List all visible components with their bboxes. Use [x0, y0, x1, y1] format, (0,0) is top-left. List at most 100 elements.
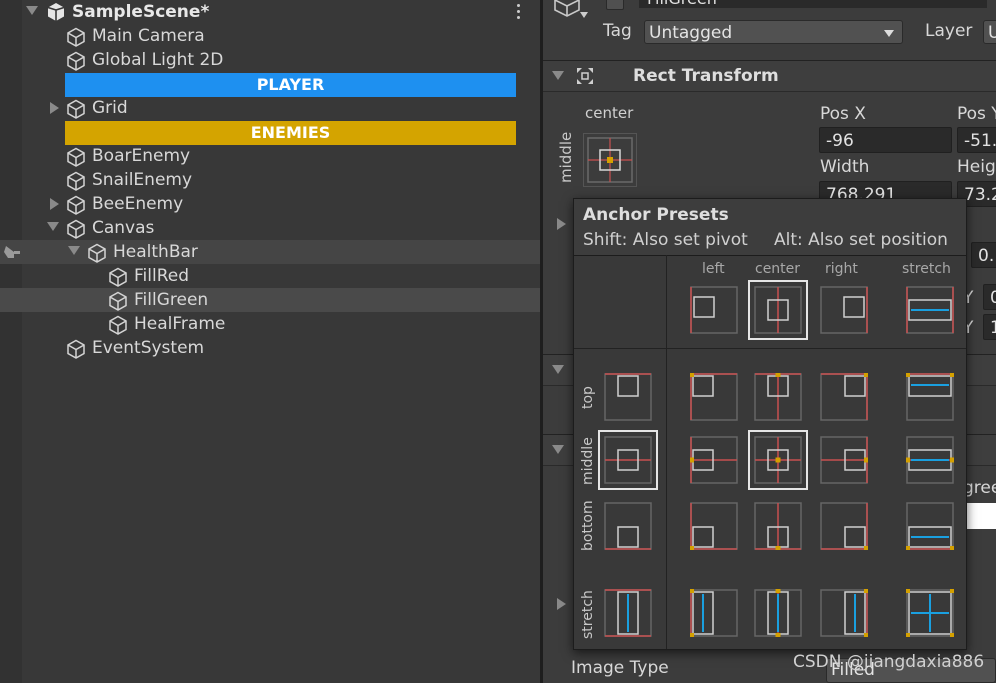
anchor-presets-title: Anchor Presets	[583, 205, 729, 225]
scene-row[interactable]: SampleScene*	[0, 0, 540, 24]
anchor-middle-left-icon	[690, 436, 738, 484]
hierarchy-item-snail-enemy[interactable]: SnailEnemy	[0, 168, 540, 192]
more-options-icon[interactable]	[516, 4, 522, 20]
preset-top-left[interactable]	[690, 373, 738, 421]
expand-arrow-icon[interactable]	[552, 71, 564, 80]
pos-y-label: Pos Y	[957, 104, 996, 124]
layer-dropdown[interactable]: U	[983, 20, 996, 44]
collapsed-arrow-icon[interactable]	[50, 102, 59, 114]
column-label-right: right	[825, 261, 858, 277]
preset-center-none[interactable]	[748, 280, 808, 340]
preset-left-none[interactable]	[690, 286, 738, 334]
collapsed-arrow-icon[interactable]	[557, 598, 566, 610]
gameobject-cube-icon	[67, 147, 85, 167]
tag-layer-row: Tag Untagged Layer U	[543, 20, 996, 46]
expand-arrow-icon[interactable]	[47, 222, 59, 231]
hierarchy-item-canvas[interactable]: Canvas	[0, 216, 540, 240]
anchor-bottom-right-icon	[820, 502, 868, 550]
hierarchy-item-heal-frame[interactable]: HealFrame	[0, 312, 540, 336]
height-label: Heig	[957, 157, 996, 177]
hierarchy-item-player-header[interactable]: PLAYER	[65, 73, 516, 97]
row-label-stretch: stretch	[580, 590, 596, 639]
preset-middle-right[interactable]	[820, 436, 868, 484]
preset-stretch-stretch[interactable]	[906, 589, 954, 637]
gameobject-cube-icon	[88, 243, 106, 263]
object-name-field[interactable]: FillGreen	[639, 0, 987, 8]
color-swatch[interactable]	[967, 503, 996, 529]
hierarchy-item-main-camera[interactable]: Main Camera	[0, 24, 540, 48]
preset-bottom-center[interactable]	[754, 502, 802, 550]
grid-vertical-divider	[666, 255, 667, 649]
pos-x-label: Pos X	[820, 104, 866, 124]
layer-label: Layer	[925, 21, 973, 41]
hierarchy-item-bee-enemy[interactable]: BeeEnemy	[0, 192, 540, 216]
preset-none-bottom[interactable]	[604, 502, 652, 550]
partial-field-1[interactable]: 0.	[971, 242, 996, 268]
column-label-left: left	[702, 261, 725, 277]
hierarchy-item-label: EventSystem	[92, 338, 205, 358]
anchor-stretch-h-icon	[906, 286, 954, 334]
preset-stretch-none[interactable]	[906, 286, 954, 334]
expand-arrow-icon[interactable]	[552, 445, 564, 454]
preset-middle-center[interactable]	[748, 430, 808, 490]
hierarchy-item-grid[interactable]: Grid	[0, 96, 540, 120]
hierarchy-item-fill-green[interactable]: FillGreen	[0, 288, 540, 312]
preset-none-middle[interactable]	[598, 430, 658, 490]
hierarchy-item-boar-enemy[interactable]: BoarEnemy	[0, 144, 540, 168]
preset-middle-left[interactable]	[690, 436, 738, 484]
preset-none-stretch[interactable]	[604, 589, 652, 637]
prefab-hand-icon	[4, 246, 20, 258]
gameobject-cube-icon	[109, 291, 127, 311]
anchor-right-icon	[820, 286, 868, 334]
anchor-v-label: middle	[557, 131, 575, 183]
gameobject-cube-icon	[67, 219, 85, 239]
preset-top-right[interactable]	[820, 373, 868, 421]
preset-bottom-stretch[interactable]	[906, 502, 954, 550]
hierarchy-item-label: Main Camera	[92, 26, 205, 46]
grid-horizontal-divider	[574, 348, 966, 349]
anchor-center-middle-icon	[587, 137, 633, 183]
preset-right-none[interactable]	[820, 286, 868, 334]
preset-middle-stretch[interactable]	[906, 436, 954, 484]
hierarchy-item-healthbar[interactable]: HealthBar	[0, 240, 540, 264]
preset-top-center[interactable]	[754, 373, 802, 421]
icon-dropdown-caret-icon[interactable]	[580, 12, 588, 18]
anchor-top-right-icon	[820, 373, 868, 421]
preset-none-top[interactable]	[604, 373, 652, 421]
anchor-bottom-stretch-icon	[906, 502, 954, 550]
expand-arrow-icon[interactable]	[552, 365, 564, 374]
partial-field-2[interactable]: 0	[983, 284, 996, 310]
hierarchy-item-fill-red[interactable]: FillRed	[0, 264, 540, 288]
expand-arrow-icon[interactable]	[26, 6, 38, 15]
preset-bottom-left[interactable]	[690, 502, 738, 550]
anchor-top-stretch-icon	[906, 373, 954, 421]
expand-arrow-icon[interactable]	[68, 246, 80, 255]
image-type-label: Image Type	[571, 658, 669, 678]
hierarchy-item-event-system[interactable]: EventSystem	[0, 336, 540, 360]
anchor-preset-button[interactable]	[583, 133, 637, 187]
hierarchy-item-enemies-header[interactable]: ENEMIES	[65, 121, 516, 145]
rect-transform-header[interactable]: Rect Transform	[543, 60, 996, 92]
preset-stretch-right[interactable]	[820, 589, 868, 637]
active-checkbox[interactable]	[606, 0, 624, 10]
collapsed-arrow-icon[interactable]	[50, 198, 59, 210]
preset-stretch-center[interactable]	[754, 589, 802, 637]
pos-x-field[interactable]: -96	[819, 127, 952, 153]
gameobject-cube-icon	[67, 195, 85, 215]
tag-dropdown[interactable]: Untagged	[644, 20, 903, 44]
preset-bottom-right[interactable]	[820, 502, 868, 550]
partial-field-3[interactable]: 1	[983, 314, 996, 340]
watermark-text: CSDN @jiangdaxia886	[793, 652, 985, 672]
anchor-bottom-left-icon	[690, 502, 738, 550]
preset-top-stretch[interactable]	[906, 373, 954, 421]
anchor-bottom-center-icon	[754, 502, 802, 550]
hierarchy-item-label: Canvas	[92, 218, 155, 238]
hierarchy-item-label: SnailEnemy	[92, 170, 193, 190]
preset-stretch-left[interactable]	[690, 589, 738, 637]
hierarchy-item-global-light[interactable]: Global Light 2D	[0, 48, 540, 72]
gameobject-cube-icon	[67, 99, 85, 119]
anchor-stretch-right-icon	[820, 589, 868, 637]
collapsed-arrow-icon[interactable]	[557, 218, 566, 230]
anchor-presets-header: Anchor Presets Shift: Also set pivot Alt…	[574, 199, 966, 256]
pos-y-field[interactable]: -51.9	[957, 127, 996, 153]
